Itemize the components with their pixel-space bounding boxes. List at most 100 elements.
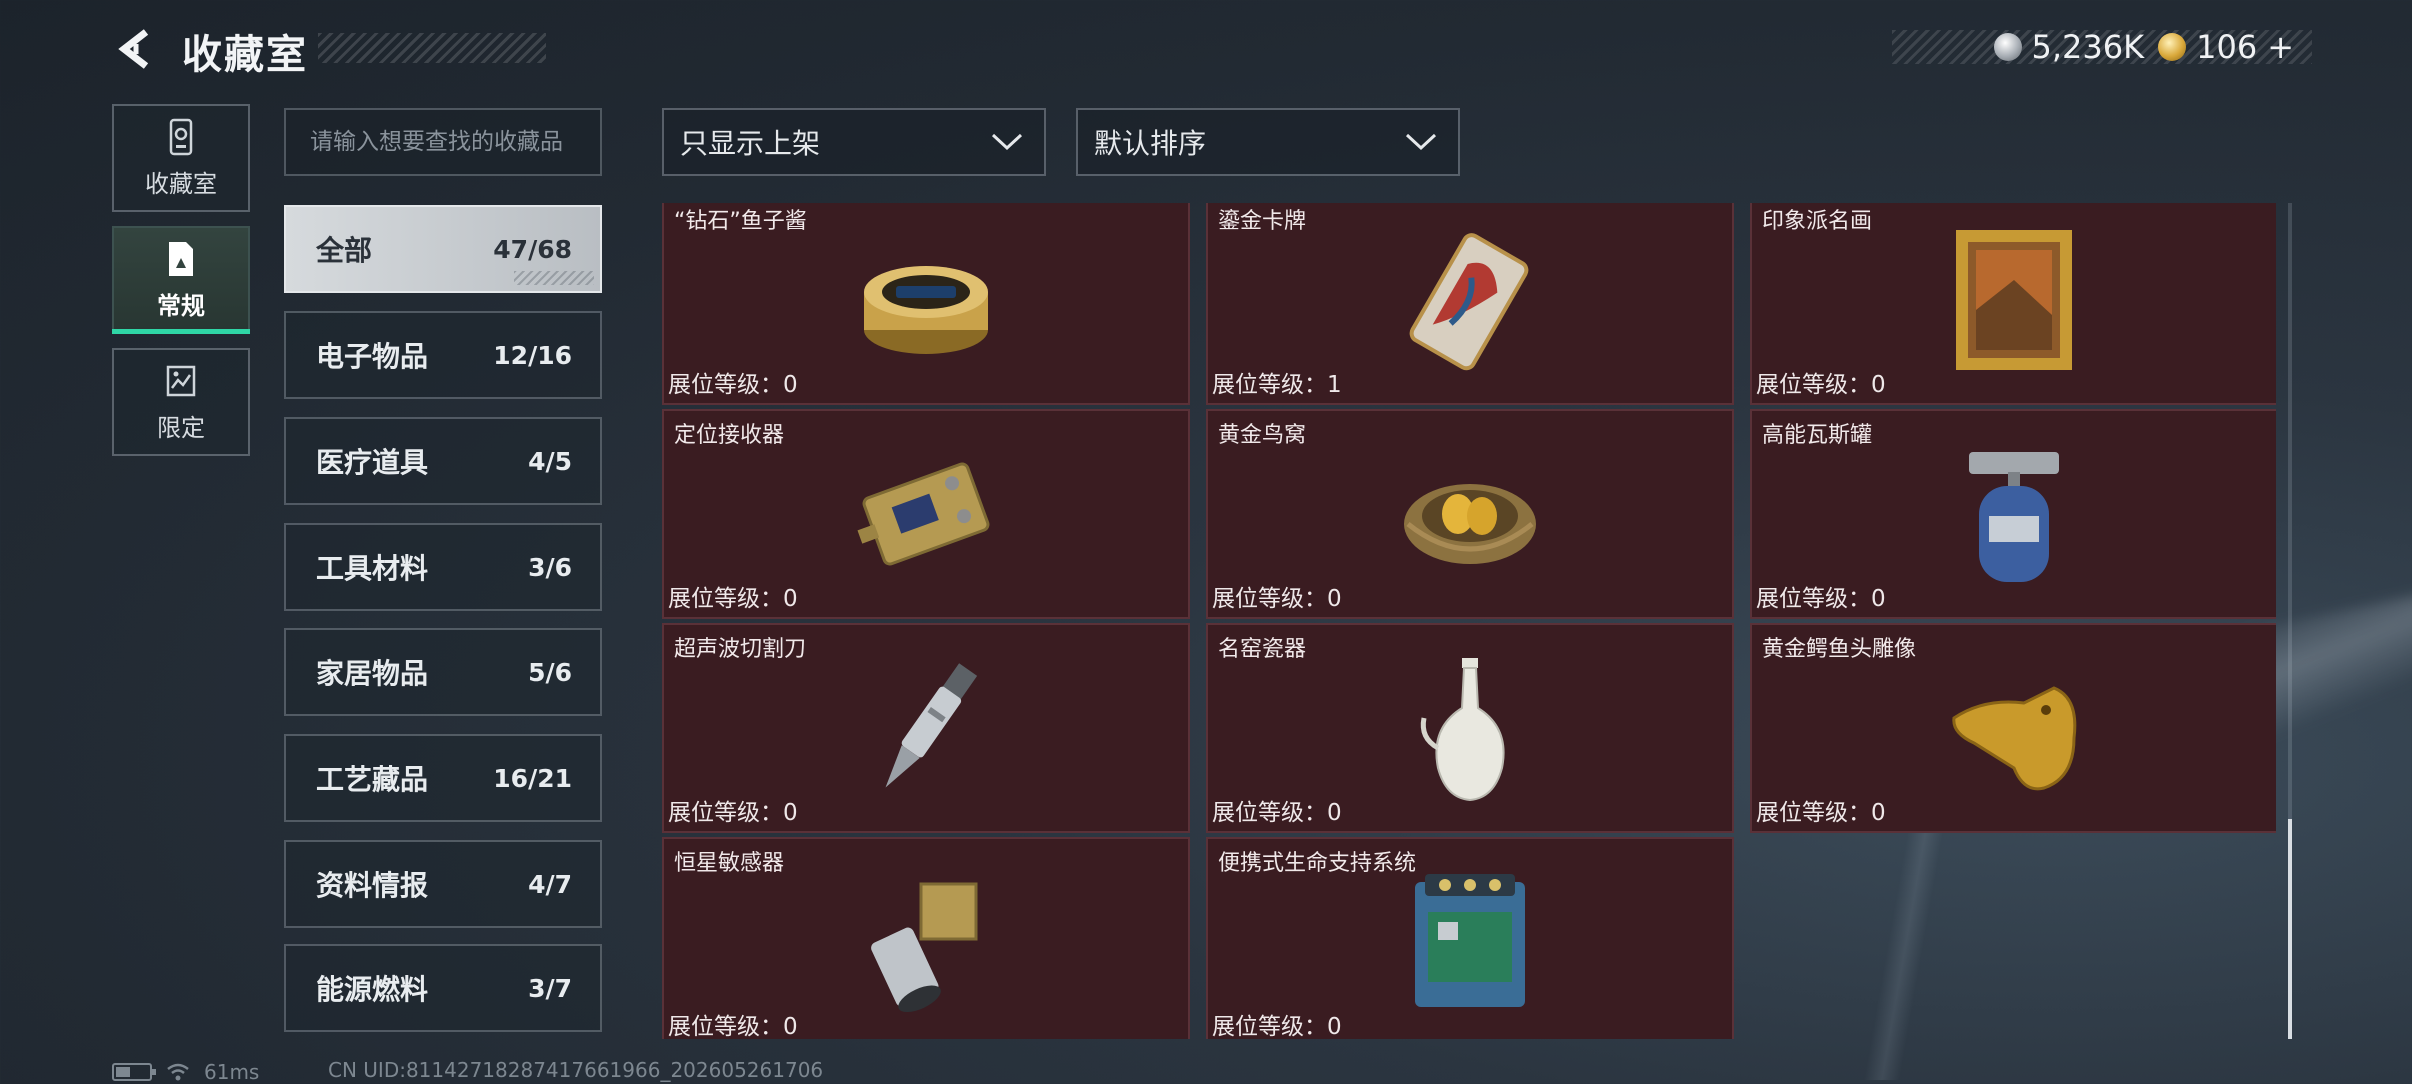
chevron-down-icon <box>991 133 1023 151</box>
category-name: 工艺藏品 <box>316 763 429 796</box>
side-tab-collection-room[interactable]: 收藏室 <box>112 104 250 212</box>
category-name: 资料情报 <box>316 869 429 902</box>
collection-card[interactable]: 印象派名画 展位等级：0 <box>1750 203 2276 405</box>
category-count: 47/68 <box>493 234 572 264</box>
category-name: 家居物品 <box>316 657 429 690</box>
category-medical[interactable]: 医疗道具 4/5 <box>284 417 602 505</box>
golden-nest-icon <box>1404 484 1536 564</box>
category-crafts[interactable]: 工艺藏品 16/21 <box>284 734 602 822</box>
item-name: 恒星敏感器 <box>674 851 785 876</box>
gilded-card-icon <box>1409 233 1529 371</box>
category-intel[interactable]: 资料情报 4/7 <box>284 840 602 928</box>
side-tab-limited[interactable]: 限定 <box>112 348 250 456</box>
category-name: 工具材料 <box>316 552 429 585</box>
display-level: 展位等级：0 <box>1212 586 1342 612</box>
gold-currency[interactable]: 106 + <box>2158 28 2294 66</box>
category-count: 4/7 <box>528 869 572 899</box>
battery-icon <box>112 1063 156 1081</box>
caviar-tin-icon <box>864 266 988 354</box>
collection-card[interactable]: “钻石”鱼子酱 展位等级：0 <box>662 203 1190 405</box>
silver-coin-icon <box>1993 33 2022 61</box>
gps-receiver-icon <box>857 462 990 566</box>
display-filter-value: 只显示上架 <box>680 127 821 160</box>
display-level: 展位等级：0 <box>668 800 798 826</box>
gold-currency-amount: 106 <box>2196 28 2258 66</box>
item-name: 黄金鳄鱼头雕像 <box>1762 637 1917 662</box>
scrollbar-thumb[interactable] <box>2288 819 2292 1039</box>
category-count: 12/16 <box>493 340 572 370</box>
collection-card[interactable]: 黄金鸟窝 展位等级：0 <box>1206 409 1734 619</box>
category-name: 全部 <box>316 234 373 267</box>
add-currency-icon[interactable]: + <box>2267 28 2294 66</box>
category-all[interactable]: 全部 47/68 <box>284 205 602 293</box>
category-count: 4/5 <box>528 446 572 476</box>
chevron-down-icon <box>1405 133 1437 151</box>
cabinet-icon <box>169 118 193 155</box>
category-name: 电子物品 <box>316 340 429 373</box>
collection-card[interactable]: 高能瓦斯罐 展位等级：0 <box>1750 409 2276 619</box>
regular-collection-icon <box>169 241 193 276</box>
gold-coin-icon <box>2158 33 2187 61</box>
sort-order-value: 默认排序 <box>1094 127 1207 160</box>
wifi-icon <box>167 1063 189 1081</box>
user-uid: CN UID:81142718287417661966_202605261706 <box>328 1058 824 1082</box>
back-arrow-icon[interactable] <box>112 26 158 72</box>
title-decoration <box>318 33 546 63</box>
display-level: 展位等级：0 <box>668 372 798 398</box>
item-name: 黄金鸟窝 <box>1218 423 1307 448</box>
search-box[interactable] <box>284 108 602 176</box>
item-name: 高能瓦斯罐 <box>1762 423 1873 448</box>
sort-order-dropdown[interactable]: 默认排序 <box>1076 108 1460 176</box>
item-name: 名窑瓷器 <box>1218 637 1307 662</box>
star-sensor-icon <box>871 882 978 1013</box>
collection-card[interactable]: 定位接收器 展位等级：0 <box>662 409 1190 619</box>
category-name: 医疗道具 <box>316 446 429 479</box>
item-name: “钻石”鱼子酱 <box>674 209 807 234</box>
golden-crocodile-head-icon <box>1952 686 2077 791</box>
display-level: 展位等级：0 <box>1756 372 1886 398</box>
collection-card[interactable]: 超声波切割刀 展位等级：0 <box>662 623 1190 833</box>
display-level: 展位等级：0 <box>1212 1014 1342 1039</box>
search-input[interactable] <box>310 129 600 155</box>
item-name: 鎏金卡牌 <box>1218 209 1307 234</box>
side-tab-label: 限定 <box>157 413 205 442</box>
silver-currency: 5,236K <box>1993 28 2145 66</box>
category-count: 5/6 <box>528 657 572 687</box>
category-count: 3/6 <box>528 552 572 582</box>
collection-card[interactable]: 鎏金卡牌 展位等级：1 <box>1206 203 1734 405</box>
display-level: 展位等级：0 <box>1212 800 1342 826</box>
life-support-system-icon <box>1415 874 1525 1007</box>
framed-painting-icon <box>1956 230 2072 370</box>
item-name: 便携式生命支持系统 <box>1218 851 1417 876</box>
side-tab-label: 常规 <box>157 291 205 320</box>
category-energy[interactable]: 能源燃料 3/7 <box>284 944 602 1032</box>
collection-card[interactable]: 黄金鳄鱼头雕像 展位等级：0 <box>1750 623 2276 833</box>
display-level: 展位等级：0 <box>1756 800 1886 826</box>
display-filter-dropdown[interactable]: 只显示上架 <box>662 108 1046 176</box>
category-count: 16/21 <box>493 763 572 793</box>
display-level: 展位等级：0 <box>668 1014 798 1039</box>
porcelain-vase-icon <box>1420 658 1505 802</box>
display-level: 展位等级：0 <box>1756 586 1886 612</box>
category-tools[interactable]: 工具材料 3/6 <box>284 523 602 611</box>
collection-card[interactable]: 便携式生命支持系统 展位等级：0 <box>1206 837 1734 1039</box>
item-name: 定位接收器 <box>674 423 785 448</box>
silver-currency-amount: 5,236K <box>2031 28 2145 66</box>
item-name: 印象派名画 <box>1762 209 1873 234</box>
gas-canister-icon <box>1969 452 2059 582</box>
category-name: 能源燃料 <box>316 973 429 1006</box>
ping-value: 61ms <box>204 1060 260 1084</box>
grid-scrollbar[interactable] <box>2288 203 2292 1039</box>
collection-grid[interactable]: “钻石”鱼子酱 展位等级：0 鎏金卡牌 展位等级：1 印象派名画 展位等级：0 … <box>660 203 2276 1039</box>
display-level: 展位等级：0 <box>668 586 798 612</box>
category-electronics[interactable]: 电子物品 12/16 <box>284 311 602 399</box>
status-bar: 61ms <box>112 1060 259 1084</box>
side-tab-regular[interactable]: 常规 <box>112 226 250 334</box>
collection-card[interactable]: 恒星敏感器 展位等级：0 <box>662 837 1190 1039</box>
item-name: 超声波切割刀 <box>674 637 807 662</box>
side-tab-label: 收藏室 <box>145 169 217 198</box>
collection-card[interactable]: 名窑瓷器 展位等级：0 <box>1206 623 1734 833</box>
display-level: 展位等级：1 <box>1212 372 1342 398</box>
category-household[interactable]: 家居物品 5/6 <box>284 628 602 716</box>
limited-collection-icon <box>166 365 196 396</box>
